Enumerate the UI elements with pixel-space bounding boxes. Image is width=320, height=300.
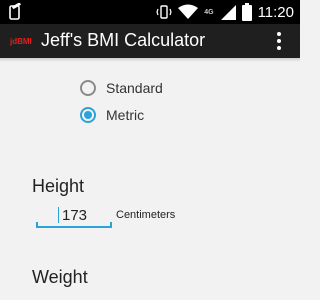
app-logo: jdBMI <box>10 37 32 46</box>
status-bar: 4G 11:20 <box>0 0 300 24</box>
text-cursor <box>58 207 59 223</box>
radio-standard-label: Standard <box>106 80 163 96</box>
height-input-underline <box>36 226 112 228</box>
app-title: Jeff's BMI Calculator <box>41 30 206 50</box>
underline-right-tick <box>110 222 112 227</box>
underline-left-tick <box>36 222 38 227</box>
weight-title: Weight <box>32 267 88 287</box>
battery-icon <box>241 3 252 21</box>
action-bar-shadow <box>0 58 300 62</box>
radio-standard[interactable]: Standard <box>80 78 163 98</box>
height-input-container[interactable] <box>36 204 112 228</box>
overflow-menu-icon[interactable] <box>276 32 282 50</box>
action-bar: jdBMI Jeff's BMI Calculator <box>0 24 300 58</box>
height-input[interactable] <box>36 204 112 226</box>
status-icons: 4G 11:20 <box>156 0 294 24</box>
radio-standard-circle[interactable] <box>80 80 96 96</box>
vibrate-icon <box>156 5 172 19</box>
wifi-icon <box>178 4 199 19</box>
phone-icon <box>9 3 21 20</box>
cellular-signal-icon <box>220 5 236 20</box>
radio-metric-circle[interactable] <box>80 107 96 123</box>
radio-metric-label: Metric <box>106 107 145 123</box>
height-title: Height <box>32 176 85 196</box>
height-unit-label: Centimeters <box>116 209 176 221</box>
network-type-label: 4G <box>204 8 214 16</box>
clock: 11:20 <box>257 3 294 21</box>
radio-metric[interactable]: Metric <box>80 105 144 125</box>
